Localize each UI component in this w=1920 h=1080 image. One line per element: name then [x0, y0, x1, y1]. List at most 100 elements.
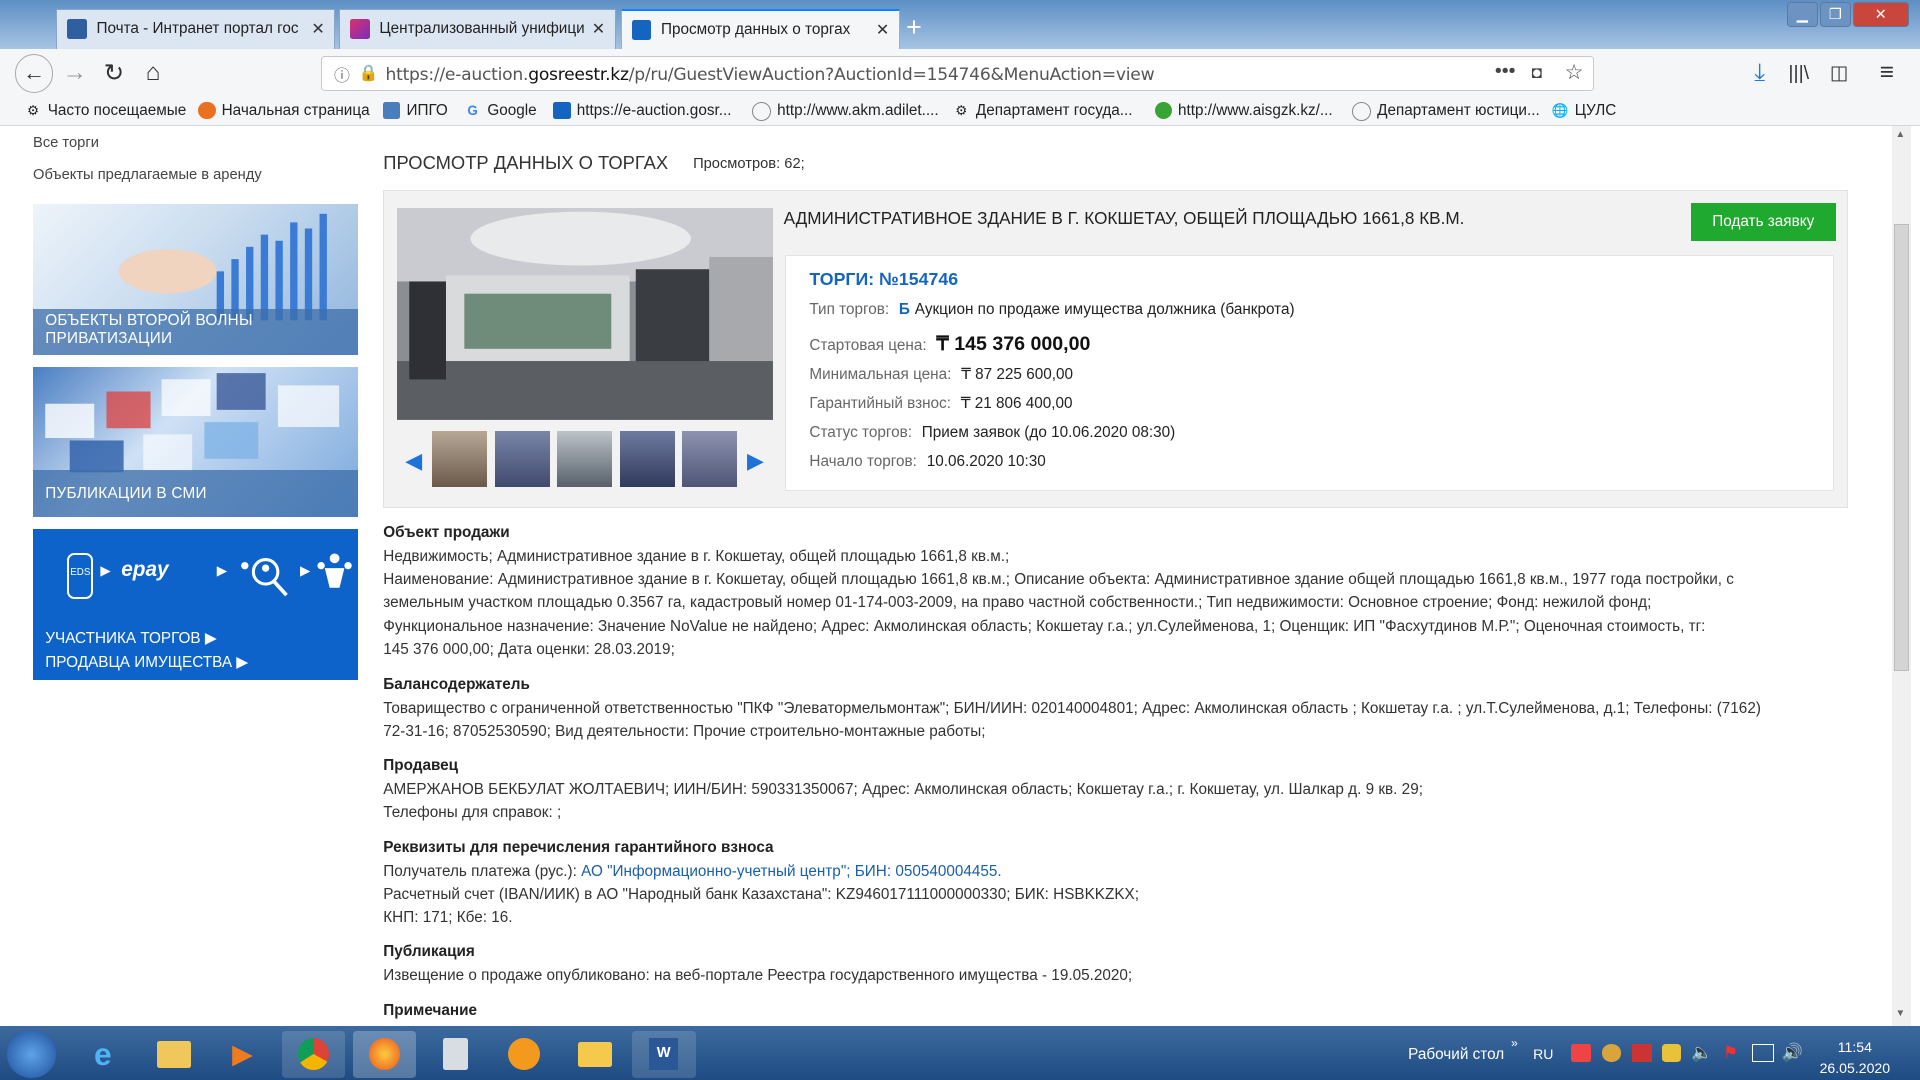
- auction-type-label: Тип торгов:: [809, 301, 890, 319]
- guarantee-label: Гарантийный взнос:: [809, 395, 951, 413]
- download-icon[interactable]: ⤓: [1744, 58, 1776, 90]
- minimize-button[interactable]: ▁: [1786, 2, 1819, 27]
- status-value: Прием заявок (до 10.06.2020 08:30): [921, 423, 1176, 441]
- page-scrollbar[interactable]: ▲ ▼: [1891, 126, 1912, 1027]
- start-time-row: Начало торгов: 10.06.2020 10:30: [809, 453, 1045, 471]
- bookmark-department-state[interactable]: ⚙ Департамент госуда...: [953, 102, 1132, 120]
- guarantee-row: Гарантийный взнос: ₸ 21 806 400,00: [809, 394, 1072, 413]
- bookmark-e-auction[interactable]: https://e-auction.gosr...: [553, 102, 731, 120]
- epay-link-participant[interactable]: УЧАСТНИКА ТОРГОВ ▶: [45, 629, 216, 648]
- prev-photo-arrow[interactable]: ◀: [405, 448, 422, 474]
- lock-icon[interactable]: 🔒: [359, 63, 379, 83]
- bookmark-google[interactable]: G Google: [464, 102, 536, 120]
- internet-explorer-icon[interactable]: e: [71, 1031, 135, 1078]
- app-orange-icon[interactable]: [492, 1031, 556, 1078]
- usb-eds-icon: EDS: [67, 553, 94, 600]
- google-icon: G: [467, 103, 478, 119]
- back-button[interactable]: ←: [14, 53, 54, 93]
- sidebar-link-rent-objects[interactable]: Объекты предлагаемые в аренду: [33, 167, 262, 183]
- menu-icon[interactable]: ≡: [1871, 58, 1903, 90]
- banner-privatization[interactable]: ОБЪЕКТЫ ВТОРОЙ ВОЛНЫ ПРИВАТИЗАЦИИ: [33, 204, 358, 356]
- close-icon[interactable]: ✕: [592, 19, 605, 39]
- start-price-row: Стартовая цена: ₸ 145 376 000,00: [809, 332, 1090, 356]
- banner-media-publications[interactable]: ПУБЛИКАЦИИ В СМИ: [33, 367, 358, 517]
- tray-icon[interactable]: [1632, 1044, 1652, 1062]
- next-photo-arrow[interactable]: ▶: [747, 448, 764, 474]
- text-line: 145 376 000,00; Дата оценки: 28.03.2019;: [383, 640, 675, 658]
- bookmark-ipgo[interactable]: ИПГО: [383, 102, 448, 120]
- scroll-down-arrow[interactable]: ▼: [1896, 1008, 1906, 1019]
- auction-type-value: Аукцион по продаже имущества должника (б…: [914, 301, 1295, 319]
- scroll-up-arrow[interactable]: ▲: [1896, 129, 1906, 140]
- chrome-icon[interactable]: [281, 1031, 346, 1078]
- apply-button[interactable]: Подать заявку: [1691, 203, 1836, 242]
- bookmark-aisgzk[interactable]: http://www.aisgzk.kz/...: [1154, 102, 1333, 120]
- epay-link-seller[interactable]: ПРОДАВЦА ИМУЩЕСТВА ▶: [45, 653, 248, 672]
- url-text[interactable]: https://e-auction.gosreestr.kz/p/ru/Gues…: [385, 65, 1154, 85]
- chevron-icon[interactable]: »: [1511, 1036, 1518, 1050]
- url-bar[interactable]: ⓘ 🔒 https://e-auction.gosreestr.kz/p/ru/…: [320, 56, 1595, 91]
- globe-icon: 🌐: [1551, 103, 1569, 119]
- tab-auction-view[interactable]: Просмотр данных о торгах ✕: [620, 8, 900, 49]
- sidebar-link-all-auctions[interactable]: Все торги: [33, 135, 99, 151]
- lot-title: АДМИНИСТРАТИВНОЕ ЗДАНИЕ В Г. КОКШЕТАУ, О…: [783, 208, 1465, 229]
- mail-client-icon[interactable]: [563, 1031, 627, 1078]
- calculator-icon[interactable]: [424, 1031, 488, 1078]
- volume-icon[interactable]: 🔊: [1782, 1042, 1803, 1063]
- photo-thumbnail[interactable]: [494, 431, 550, 488]
- min-price-value: ₸ 87 225 600,00: [961, 365, 1073, 383]
- section-title-publication: Публикация: [383, 942, 475, 960]
- bookmark-department-justice[interactable]: Департамент юстици...: [1351, 101, 1540, 121]
- tab-unified[interactable]: Централизованный унифици ✕: [339, 8, 616, 49]
- word-icon[interactable]: W: [631, 1031, 696, 1078]
- media-player-icon[interactable]: ▶: [211, 1031, 275, 1078]
- bookmark-akm-adilet[interactable]: http://www.akm.adilet....: [751, 101, 939, 121]
- system-clock[interactable]: 11:54 26.05.2020: [1820, 1037, 1890, 1079]
- pocket-icon[interactable]: ◘: [1532, 62, 1542, 83]
- tab-label: Просмотр данных о торгах: [660, 20, 851, 38]
- guarantee-value: ₸ 21 806 400,00: [960, 395, 1073, 413]
- network-icon[interactable]: [1752, 1044, 1774, 1063]
- photo-thumbnail[interactable]: [619, 431, 675, 488]
- desktop-toolbar-label[interactable]: Рабочий стол: [1408, 1046, 1504, 1064]
- arrow-icon: ▶: [100, 563, 111, 579]
- sidebar-toggle-icon[interactable]: ◫: [1823, 58, 1855, 90]
- recipient-link[interactable]: АО "Информационно-учетный центр"; БИН: 0…: [581, 863, 1002, 880]
- library-icon[interactable]: |||\: [1783, 58, 1815, 90]
- bookmark-most-visited[interactable]: ⚙ Часто посещаемые: [24, 102, 186, 120]
- banner-epay[interactable]: EDS ▶ epay ▶ ▶ УЧАСТНИКА ТОРГОВ ▶ ПРОДАВ…: [33, 528, 358, 680]
- close-icon[interactable]: ✕: [876, 20, 889, 40]
- tray-icon[interactable]: [1661, 1044, 1682, 1062]
- new-tab-button[interactable]: +: [906, 12, 922, 43]
- file-explorer-icon[interactable]: [142, 1031, 206, 1078]
- maximize-button[interactable]: ❐: [1819, 2, 1852, 27]
- start-time-value: 10.06.2020 10:30: [926, 453, 1046, 471]
- tray-icon[interactable]: [1571, 1044, 1591, 1062]
- home-button[interactable]: ⌂: [137, 58, 169, 90]
- language-indicator[interactable]: RU: [1533, 1046, 1553, 1062]
- tab-mail[interactable]: Почта - Интранет портал гос ✕: [56, 8, 336, 49]
- photo-thumbnail[interactable]: [432, 431, 488, 488]
- bookmark-home-page[interactable]: Начальная страница: [198, 102, 370, 120]
- section-title-requisites: Реквизиты для перечисления гарантийного …: [383, 838, 774, 856]
- section-title-note: Примечание: [383, 1001, 477, 1019]
- info-icon[interactable]: ⓘ: [334, 63, 350, 86]
- photo-thumbnail[interactable]: [682, 431, 738, 488]
- lot-main-photo[interactable]: [396, 208, 773, 420]
- bookmark-star-icon[interactable]: ☆: [1565, 60, 1584, 85]
- firefox-icon[interactable]: [352, 1031, 417, 1078]
- forward-button[interactable]: →: [59, 58, 91, 90]
- bookmark-tsuls[interactable]: 🌐 ЦУЛС: [1551, 102, 1617, 120]
- scrollbar-thumb[interactable]: [1894, 224, 1909, 671]
- flag-icon[interactable]: ⚑: [1723, 1042, 1738, 1063]
- speaker-muted-icon[interactable]: 🔈: [1691, 1042, 1712, 1063]
- start-time-label: Начало торгов:: [809, 453, 917, 471]
- interior-photo: [396, 208, 773, 420]
- photo-thumbnail[interactable]: [557, 431, 613, 488]
- reload-button[interactable]: ↻: [98, 58, 130, 90]
- close-window-button[interactable]: ✕: [1852, 2, 1909, 27]
- close-icon[interactable]: ✕: [311, 19, 324, 39]
- tray-icon[interactable]: [1601, 1044, 1622, 1062]
- page-actions-icon[interactable]: •••: [1495, 60, 1516, 83]
- start-button[interactable]: [7, 1031, 57, 1078]
